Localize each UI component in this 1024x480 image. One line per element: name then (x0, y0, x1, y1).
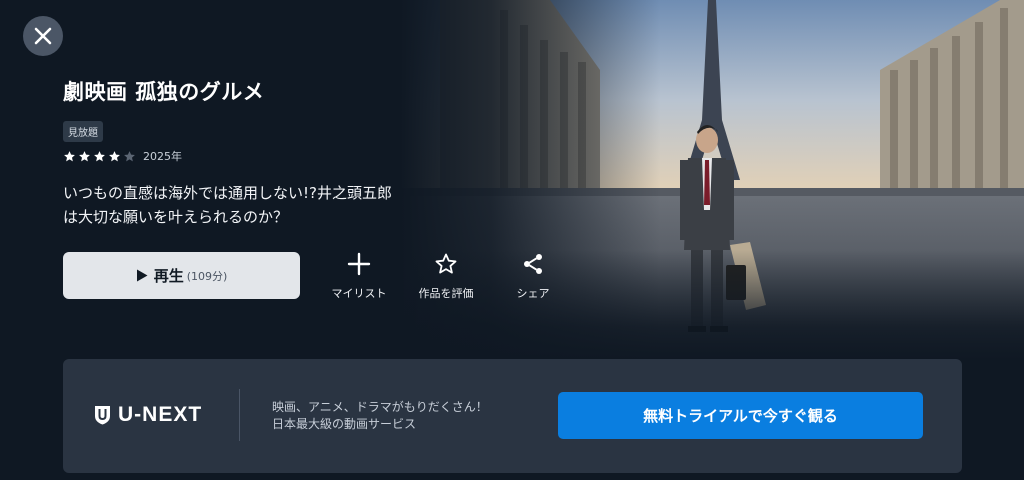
rate-button[interactable]: 作品を評価 (411, 252, 481, 301)
free-trial-button[interactable]: 無料トライアルで今すぐ観る (558, 392, 923, 439)
mylist-button[interactable]: マイリスト (324, 252, 394, 301)
promo-line-2: 日本最大級の動画サービス (272, 417, 417, 431)
release-year: 2025年 (143, 150, 182, 163)
promo-banner: U-NEXT 映画、アニメ、ドラマがもりだくさん！ 日本最大級の動画サービス 無… (63, 359, 962, 473)
plus-icon (347, 252, 371, 276)
unext-shield-icon (95, 406, 110, 425)
share-label: シェア (516, 287, 550, 300)
synopsis: いつもの直感は海外では通用しない!?井之頭五郎は大切な願いを叶えられるのか？ (63, 184, 392, 226)
mylist-label: マイリスト (331, 287, 387, 300)
movie-title: 劇映画 孤独のグルメ (63, 80, 265, 104)
share-icon (524, 254, 542, 274)
rating-row: 2025年 (63, 148, 182, 164)
hero-section (0, 0, 1024, 360)
star-empty-icon (124, 150, 135, 161)
banner-divider (239, 389, 240, 441)
star-filled-icon (64, 150, 75, 161)
promo-line-1: 映画、アニメ、ドラマがもりだくさん！ (272, 400, 488, 414)
star-outline-icon (435, 253, 457, 274)
unext-logo-text: U-NEXT (118, 403, 203, 426)
availability-badge: 見放題 (63, 121, 103, 142)
star-filled-icon (94, 150, 105, 161)
play-label: 再生 (153, 267, 184, 285)
star-filled-icon (79, 150, 90, 161)
close-icon (34, 27, 52, 45)
play-duration: (109分) (186, 269, 228, 283)
unext-logo: U-NEXT (94, 403, 202, 427)
close-button[interactable] (23, 16, 63, 56)
share-button[interactable]: シェア (498, 252, 568, 301)
play-icon (136, 269, 148, 282)
promo-text: 映画、アニメ、ドラマがもりだくさん！ 日本最大級の動画サービス (272, 399, 488, 433)
star-filled-icon (109, 150, 120, 161)
rate-label: 作品を評価 (418, 287, 474, 300)
play-button[interactable]: 再生 (109分) (63, 252, 300, 299)
